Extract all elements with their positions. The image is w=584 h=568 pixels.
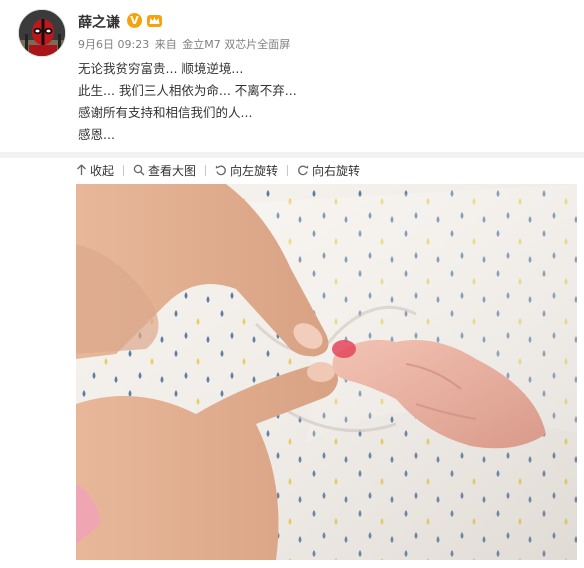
post-line: 感谢所有支持和相信我们的人... — [78, 105, 253, 120]
media-toolbar: 收起 查看大图 向左旋转 向右旋转 — [76, 158, 576, 182]
rotate-right-label: 向右旋转 — [312, 163, 361, 178]
magnifier-icon — [133, 164, 145, 176]
rotate-left-icon — [215, 165, 226, 176]
verified-badge-icon[interactable]: V — [127, 13, 142, 28]
rotate-left-button[interactable]: 向左旋转 — [215, 162, 278, 179]
view-large-label: 查看大图 — [148, 163, 197, 178]
post-line: 感恩... — [78, 127, 115, 142]
post-date[interactable]: 9月6日 09:23 — [78, 38, 149, 51]
post-photo[interactable] — [76, 184, 577, 560]
post-text: 无论我贫穷富贵... 顺境逆境... 此生... 我们三人相依为命... 不离不… — [78, 58, 558, 146]
collapse-button[interactable]: 收起 — [76, 162, 114, 179]
collapse-label: 收起 — [90, 163, 115, 178]
source-prefix: 来自 — [154, 38, 177, 51]
rotate-right-icon — [298, 165, 309, 176]
rotate-right-button[interactable]: 向右旋转 — [297, 162, 360, 179]
weibo-post: 薛之谦 V 9月6日 09:23 来自 金立M7 双芯片全面屏 无论我贫穷富贵.… — [0, 0, 584, 568]
deadpool-avatar-image — [19, 10, 65, 56]
user-name[interactable]: 薛之谦 — [78, 12, 120, 32]
toolbar-separator — [287, 164, 289, 176]
view-large-image-button[interactable]: 查看大图 — [133, 162, 196, 179]
crown-badge-icon[interactable] — [146, 12, 163, 29]
toolbar-separator — [205, 164, 207, 176]
avatar[interactable] — [18, 9, 66, 57]
post-source[interactable]: 金立M7 双芯片全面屏 — [182, 38, 290, 51]
post-line: 无论我贫穷富贵... 顺境逆境... — [78, 61, 244, 76]
toolbar-separator — [123, 164, 125, 176]
rotate-left-label: 向左旋转 — [230, 163, 279, 178]
post-line: 此生... 我们三人相依为命... 不离不弃... — [78, 83, 297, 98]
collapse-arrow-icon — [77, 164, 86, 175]
post-meta: 9月6日 09:23 来自 金立M7 双芯片全面屏 — [78, 36, 292, 52]
baby-hand-photo — [76, 184, 577, 560]
